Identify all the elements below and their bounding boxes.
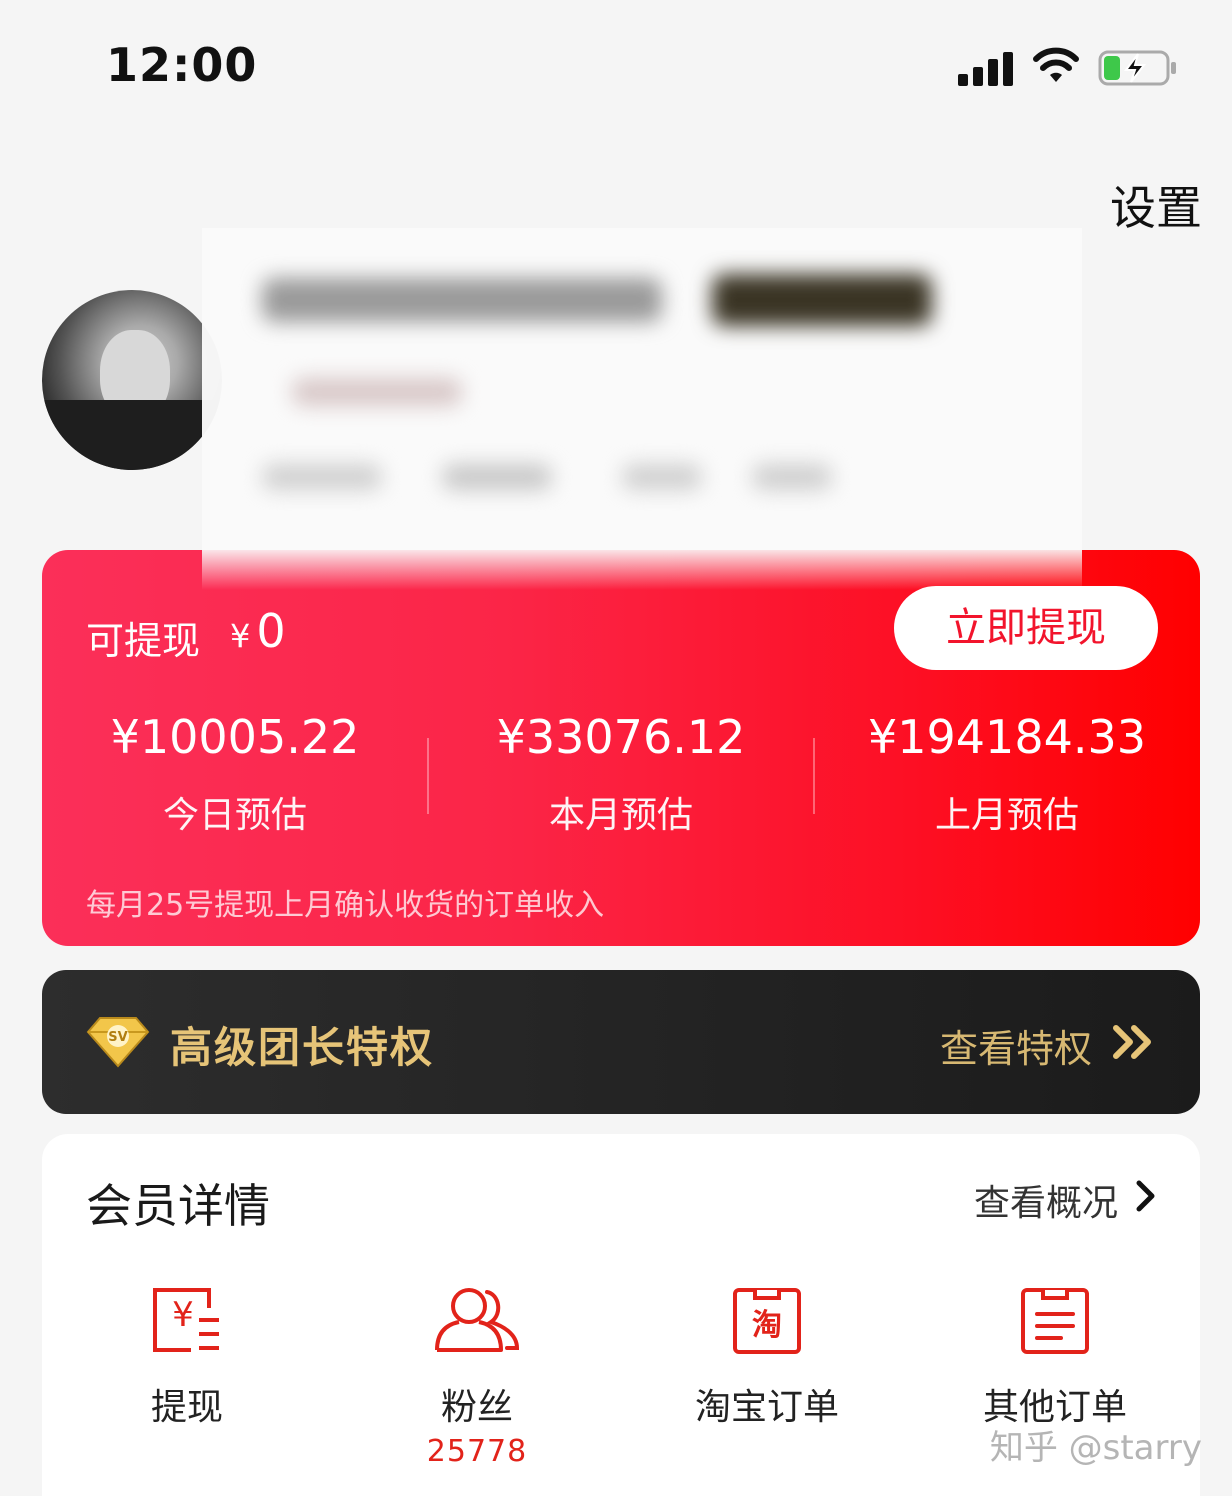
profile-info-redacted — [202, 228, 1082, 568]
member-item-label: 提现 — [150, 1387, 223, 1428]
stat-value: ¥10005.22 — [110, 710, 360, 764]
stat-this-month[interactable]: ¥33076.12 本月预估 — [428, 710, 814, 838]
withdraw-now-button[interactable]: 立即提现 — [894, 586, 1158, 670]
member-item-taobao-orders[interactable]: 淘 淘宝订单 — [622, 1284, 912, 1430]
taobao-glyph: 淘 — [752, 1308, 782, 1343]
view-overview-link[interactable]: 查看概况 — [974, 1174, 1118, 1226]
stat-today[interactable]: ¥10005.22 今日预估 — [42, 710, 428, 838]
battery-charging-icon — [1098, 50, 1176, 86]
status-bar: 12:00 — [0, 0, 1232, 130]
withdraw-yen-icon: ¥ — [153, 1288, 219, 1352]
card-blur-overlay — [202, 550, 1082, 590]
member-item-other-orders[interactable]: 其他订单 — [910, 1284, 1200, 1430]
available-amount-value: 0 — [256, 604, 286, 658]
taobao-order-icon: 淘 — [733, 1288, 801, 1354]
fans-icon — [435, 1288, 520, 1352]
watermark: 知乎 @starry — [989, 1428, 1202, 1468]
stat-value: ¥33076.12 — [496, 710, 746, 764]
privilege-title: 高级团长特权 — [170, 1023, 435, 1072]
available-label: 可提现 — [86, 619, 201, 663]
wifi-icon — [1033, 47, 1079, 82]
chevron-right-icon[interactable] — [1134, 1178, 1158, 1214]
stat-label: 本月预估 — [548, 795, 693, 836]
earnings-card: 可提现 ¥0 立即提现 ¥10005.22 今日预估 ¥33076.12 本月预… — [42, 550, 1200, 946]
stat-value: ¥194184.33 — [867, 710, 1147, 764]
stat-label: 今日预估 — [162, 795, 307, 836]
other-order-icon — [1021, 1288, 1089, 1354]
member-item-fans[interactable]: 粉丝 25778 — [332, 1284, 622, 1469]
member-details-title: 会员详情 — [86, 1179, 270, 1233]
fans-count: 25778 — [426, 1434, 528, 1469]
member-item-label: 粉丝 — [440, 1387, 513, 1428]
avatar[interactable] — [42, 290, 222, 470]
member-item-label: 淘宝订单 — [694, 1387, 839, 1428]
view-privilege-link[interactable]: 查看特权 — [940, 1018, 1092, 1073]
svg-text:¥: ¥ — [172, 1295, 194, 1335]
stat-last-month[interactable]: ¥194184.33 上月预估 — [814, 710, 1200, 838]
currency-symbol: ¥ — [230, 617, 251, 655]
settings-link[interactable]: 设置 — [1110, 172, 1202, 238]
available-amount: ¥0 — [230, 604, 286, 658]
diamond-icon: SV — [86, 1017, 150, 1068]
stat-label: 上月预估 — [934, 795, 1079, 836]
double-chevron-right-icon — [1113, 1025, 1151, 1059]
withdraw-note: 每月25号提现上月确认收货的订单收入 — [86, 888, 605, 923]
cellular-signal-icon — [958, 50, 1014, 86]
privilege-banner[interactable]: SV 高级团长特权 查看特权 — [42, 970, 1200, 1114]
member-item-withdraw[interactable]: ¥ 提现 — [42, 1284, 332, 1430]
svg-text:SV: SV — [108, 1030, 127, 1045]
status-time: 12:00 — [106, 38, 258, 92]
